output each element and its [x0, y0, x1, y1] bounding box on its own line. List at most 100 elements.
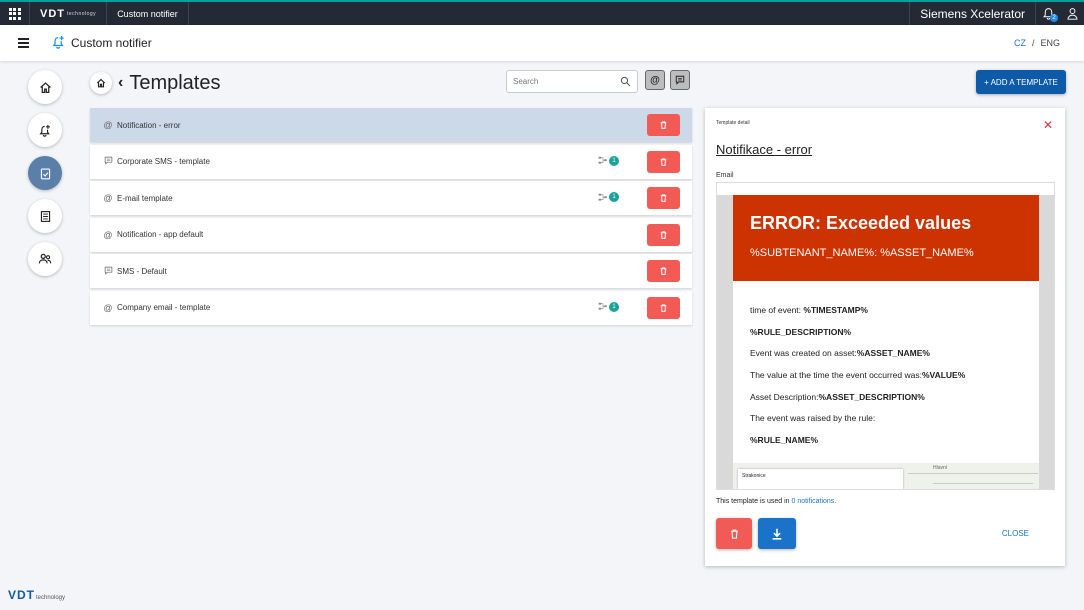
template-name: Company email - template	[117, 303, 211, 312]
usage-link[interactable]: 0 notifications.	[791, 498, 836, 505]
hamburger-menu-button[interactable]	[18, 36, 38, 50]
lang-cz-link[interactable]: CZ	[1014, 38, 1026, 48]
template-detail-panel: Template detail ✕ Notifikace - error Ema…	[705, 108, 1065, 566]
filter-sms-button[interactable]	[670, 70, 690, 90]
at-icon: @	[103, 193, 113, 203]
at-icon: @	[103, 229, 113, 240]
template-row[interactable]: @ Notification - error	[90, 108, 692, 142]
trash-icon	[660, 194, 667, 202]
close-button[interactable]: CLOSE	[1002, 529, 1029, 538]
usage-indicator: 1	[598, 192, 619, 202]
email-line: %RULE_NAME%	[750, 435, 1022, 445]
app-title: Custom notifier	[71, 36, 152, 50]
email-line: time of event: %TIMESTAMP%	[750, 305, 1022, 315]
users-icon	[38, 253, 52, 264]
email-line-placeholder: %ASSET_DESCRIPTION%	[818, 391, 925, 402]
home-icon	[39, 81, 51, 93]
email-header: ERROR: Exceeded values %SUBTENANT_NAME%:…	[733, 195, 1039, 281]
map-preview: Strakonice Hlavní	[733, 463, 1039, 489]
add-template-button[interactable]: + ADD A TEMPLATE	[976, 70, 1066, 94]
template-row[interactable]: SMS - Default	[90, 254, 692, 288]
email-subheading: %SUBTENANT_NAME%: %ASSET_NAME%	[750, 247, 974, 259]
email-line-text: Asset Description:	[750, 391, 819, 402]
email-line: %RULE_DESCRIPTION%	[750, 327, 1022, 337]
page-heading: ‹ Templates	[90, 70, 220, 96]
delete-template-button[interactable]	[716, 518, 752, 549]
template-name: Notification - app default	[117, 230, 204, 239]
email-line-placeholder: %ASSET_NAME%	[856, 348, 930, 359]
template-row[interactable]: @ E-mail template 1	[90, 181, 692, 215]
usage-indicator: 1	[598, 155, 619, 166]
lang-separator: /	[1031, 38, 1035, 48]
brand-name: VDT	[40, 7, 65, 20]
usage-count-badge: 1	[609, 192, 619, 202]
email-line-text: The event was raised by the rule:	[750, 413, 876, 424]
app-name-tab[interactable]: Custom notifier	[107, 2, 189, 25]
nav-users[interactable]	[28, 242, 62, 276]
user-button[interactable]	[1060, 2, 1084, 25]
platform-name[interactable]: Siemens Xcelerator	[909, 2, 1036, 25]
message-icon	[102, 266, 114, 277]
template-name: Notifikace - error	[716, 142, 813, 157]
nav-logs[interactable]	[28, 199, 62, 233]
trash-icon	[660, 303, 667, 312]
search-icon[interactable]	[620, 76, 631, 87]
template-icon	[40, 167, 50, 179]
flow-icon	[598, 302, 607, 310]
usage-count-badge: 1	[609, 155, 619, 166]
trash-icon	[660, 267, 667, 275]
template-row[interactable]: Corporate SMS - template 1	[90, 144, 692, 179]
app-launcher-button[interactable]	[0, 2, 30, 25]
templates-list: @ Notification - error Corporate SMS - tem…	[90, 108, 692, 327]
brand-logo[interactable]: VDT technology	[30, 2, 108, 25]
template-name: Notification - error	[117, 120, 181, 130]
nav-home[interactable]	[28, 70, 62, 104]
footer-brand-sub: technology	[36, 595, 66, 601]
search-input[interactable]	[513, 77, 613, 86]
email-heading: ERROR: Exceeded values	[750, 213, 972, 233]
home-icon	[96, 78, 106, 88]
template-row[interactable]: @ Company email - template 1	[90, 290, 692, 325]
brand-sub: technology	[67, 10, 97, 17]
nav-templates[interactable]	[28, 156, 62, 190]
template-row[interactable]: @ Notification - app default	[90, 217, 692, 252]
nav-notifications[interactable]	[28, 113, 62, 147]
footer-logo: VDT technology	[8, 588, 65, 602]
bell-plus-icon	[52, 35, 66, 52]
delete-button[interactable]	[647, 296, 680, 319]
template-name: E-mail template	[117, 193, 173, 203]
bell-plus-icon	[38, 124, 50, 137]
notifications-button[interactable]: 2	[1036, 2, 1060, 25]
back-chevron-icon[interactable]: ‹	[118, 74, 123, 92]
delete-button[interactable]	[647, 187, 680, 209]
email-line-placeholder: %RULE_DESCRIPTION%	[750, 326, 852, 337]
footer-brand: VDT	[8, 588, 35, 602]
map-card: Strakonice	[738, 469, 903, 489]
email-line: Event was created on asset:%ASSET_NAME%	[750, 348, 1022, 358]
usage-indicator: 1	[598, 301, 619, 312]
download-template-button[interactable]	[758, 518, 796, 549]
app-header: Custom notifier CZ / ENG	[0, 25, 1084, 61]
email-line-placeholder: %TIMESTAMP%	[803, 305, 868, 315]
email-preview[interactable]: ERROR: Exceeded values %SUBTENANT_NAME%:…	[716, 182, 1055, 490]
delete-button[interactable]	[647, 223, 680, 246]
delete-button[interactable]	[647, 114, 680, 136]
user-icon	[1067, 8, 1077, 20]
email-line-text: The value at the time the event occurred…	[750, 370, 922, 381]
email-line-placeholder: %VALUE%	[921, 370, 966, 381]
email-content: time of event: %TIMESTAMP% %RULE_DESCRIPT…	[733, 281, 1039, 445]
message-icon	[102, 156, 114, 167]
filter-email-button[interactable]: @	[645, 70, 665, 90]
delete-button[interactable]	[647, 260, 680, 282]
delete-button[interactable]	[647, 150, 680, 173]
search-field[interactable]	[506, 70, 638, 93]
usage-count-badge: 1	[609, 301, 619, 312]
lang-eng-current[interactable]: ENG	[1040, 38, 1060, 48]
language-switcher: CZ / ENG	[1014, 38, 1060, 48]
grid-icon	[8, 7, 21, 20]
close-icon[interactable]: ✕	[1043, 118, 1053, 132]
email-body: ERROR: Exceeded values %SUBTENANT_NAME%:…	[733, 195, 1039, 489]
breadcrumb-home-button[interactable]	[90, 72, 112, 94]
side-nav	[28, 70, 62, 285]
email-line: Asset Description:%ASSET_DESCRIPTION%	[750, 392, 1022, 402]
